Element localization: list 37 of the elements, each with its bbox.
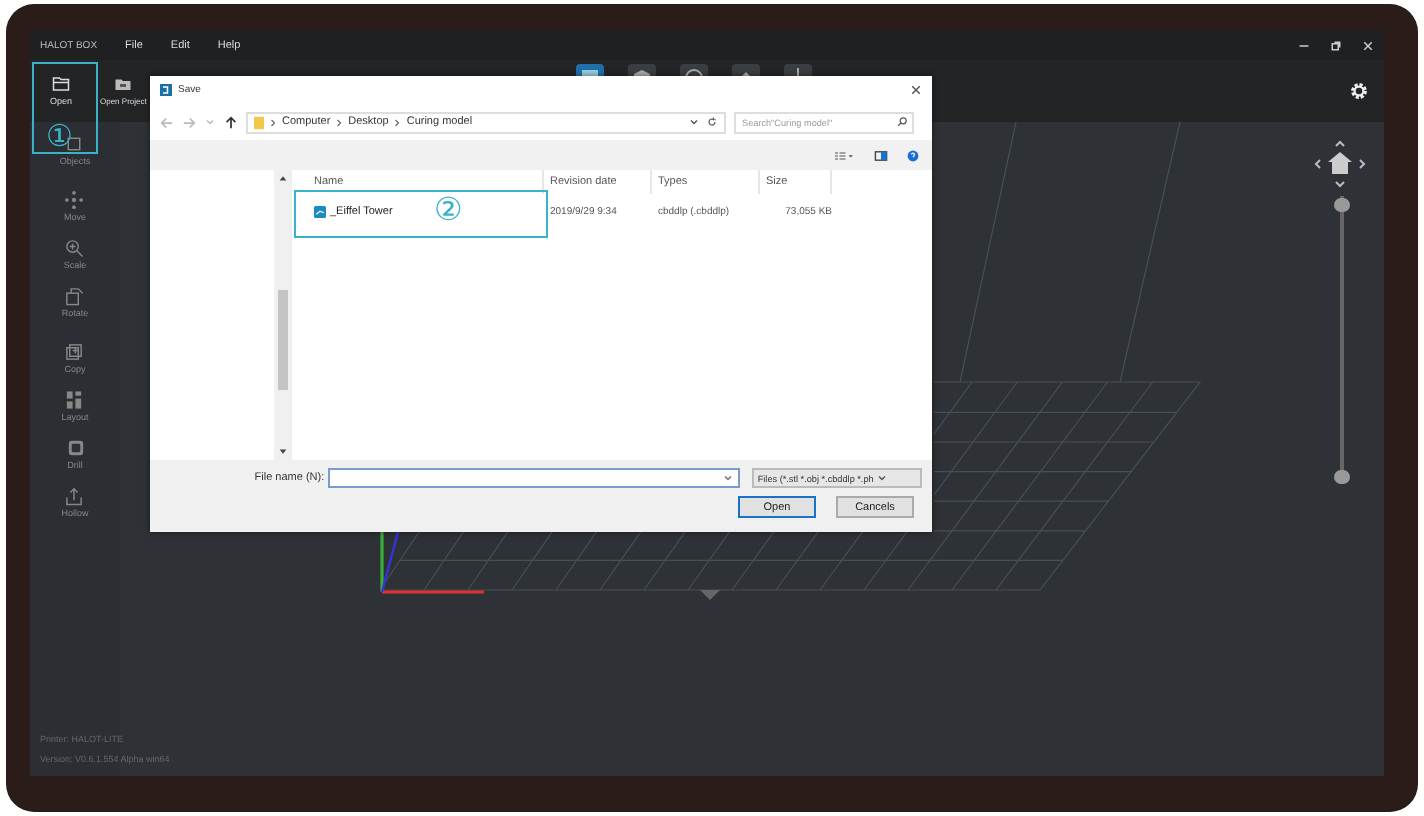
rounded-square-icon — [65, 438, 85, 458]
callout-number: ② — [434, 196, 462, 228]
minimize-icon[interactable] — [1298, 39, 1310, 51]
chevron-icon — [394, 117, 401, 127]
search-icon — [896, 116, 908, 128]
file-name-field[interactable] — [328, 468, 740, 488]
grid-icon — [64, 390, 85, 410]
callout-frame — [32, 62, 98, 154]
dropdown-icon[interactable] — [721, 472, 734, 484]
preview-pane-icon[interactable] — [874, 149, 888, 161]
dropdown-icon[interactable] — [875, 472, 888, 484]
app-icon — [160, 84, 172, 96]
slider-thumb[interactable] — [1334, 469, 1349, 484]
restore-icon[interactable] — [1330, 39, 1342, 51]
slider-thumb[interactable] — [1334, 197, 1349, 212]
copy-icon — [64, 342, 85, 362]
settings-icon[interactable] — [1348, 80, 1370, 102]
folder-icon — [114, 76, 133, 92]
move-icon — [64, 190, 85, 210]
camera-navigation-icon[interactable] — [1310, 138, 1370, 190]
refresh-icon[interactable] — [706, 116, 718, 128]
chevron-icon — [270, 117, 276, 127]
rotate-icon — [64, 286, 85, 306]
close-icon[interactable] — [910, 84, 922, 96]
up-icon[interactable] — [224, 115, 238, 129]
folder-icon — [52, 76, 70, 92]
chevron-icon — [336, 117, 343, 127]
zoom-icon — [64, 238, 85, 258]
upload-icon — [64, 486, 85, 506]
file-icon — [314, 206, 326, 218]
help-icon[interactable] — [906, 149, 920, 161]
folder-icon — [254, 115, 264, 129]
scroll-up-icon[interactable] — [277, 174, 287, 182]
axes-drawing — [380, 532, 484, 594]
callout-number: ① — [46, 122, 72, 152]
scroll-down-icon[interactable] — [277, 448, 287, 456]
dropdown-icon[interactable] — [688, 116, 700, 128]
